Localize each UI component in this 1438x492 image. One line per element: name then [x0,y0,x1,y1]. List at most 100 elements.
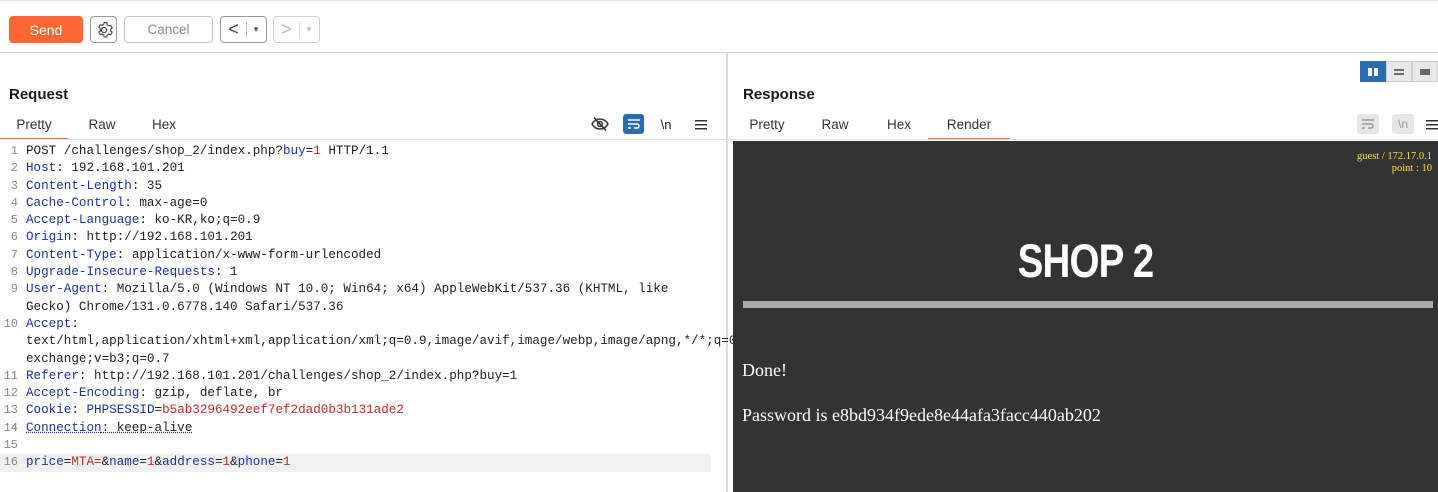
tabs-border [0,139,726,140]
toolbar: Send Cancel < ▾ > ▾ [0,0,1438,53]
done-message: Done! [742,360,787,380]
code-line[interactable]: 8 Upgrade-Insecure-Requests: 1 [0,264,726,281]
cancel-button[interactable]: Cancel [124,16,213,43]
code-line[interactable]: 13 Cookie: PHPSESSID=b5ab3296492eef7ef2da… [0,402,726,419]
code-token: phone [237,455,276,470]
line-number: 12 [3,386,18,401]
chevron-down-icon[interactable]: ▾ [300,24,318,35]
chevron-right-icon: > [281,19,292,39]
tab-render[interactable]: Render [928,114,1010,140]
word-wrap-button[interactable] [1357,114,1379,134]
code-token: 1 [222,455,231,470]
line-content: POST /challenges/shop_2/index.php?buy=1 … [22,143,712,160]
tab-raw[interactable]: Raw [800,114,870,140]
code-token: : keep-alive [101,420,193,435]
code-token: Referer [26,368,79,383]
code-token: Connection [26,420,102,435]
code-token: PHPSESSID [86,403,155,418]
code-token: Accept-Encoding [26,386,140,401]
code-token: = [275,455,284,470]
tab-pretty[interactable]: Pretty [734,114,800,140]
code-token: : gzip, deflate, br [139,386,283,401]
line-content: Origin: http://192.168.101.201 [22,229,712,246]
hide-non-printable-button[interactable] [590,115,610,133]
code-token: address [162,455,215,470]
code-token: 1 [146,455,155,470]
word-wrap-button[interactable] [623,114,644,134]
code-token: Host [26,161,57,176]
response-menu-button[interactable] [1426,115,1438,133]
code-line[interactable]: 16 price=MTA=&name=1&address=1&phone=1 [0,454,711,472]
settings-button[interactable] [90,16,117,43]
word-wrap-icon [627,119,640,129]
code-line[interactable]: 6 Origin: http://192.168.101.201 [0,229,726,246]
code-line[interactable]: 3 Content-Length: 35 [0,178,726,195]
code-token: : 35 [131,178,163,193]
code-line[interactable]: 10 Accept: text/html,application/xhtml+xm… [0,316,903,368]
code-line[interactable]: 12 Accept-Encoding: gzip, deflate, br [0,385,726,402]
shop-heading: SHOP 2 [1017,234,1155,287]
code-token: = [139,455,147,470]
layout-columns-icon [1368,67,1378,76]
line-number: 9 [10,282,18,297]
line-content: Accept-Language: ko-KR,ko;q=0.9 [22,212,712,229]
line-content: Accept: text/html,application/xhtml+xml,… [22,316,903,368]
layout-columns-button[interactable] [1360,61,1386,82]
code-line[interactable]: 15 [0,437,726,454]
line-number: 4 [10,195,18,210]
request-editor[interactable]: 1 POST /challenges/shop_2/index.php?buy=1… [0,143,903,492]
code-line[interactable]: 14 Connection: keep-alive [0,420,726,437]
code-token: : http://192.168.101.201/challenges/shop… [78,368,518,383]
code-line[interactable]: 2 Host: 192.168.101.201 [0,160,726,177]
code-token: & [154,455,163,470]
render-view: guest / 172.17.0.1 point : 10 SHOP 2 Don… [733,141,1438,492]
code-line[interactable]: 11 Referer: http://192.168.101.201/challe… [0,368,726,385]
back-button[interactable]: < ▾ [220,16,267,43]
forward-button[interactable]: > ▾ [273,16,320,43]
line-number: 5 [10,213,18,228]
line-content: Cache-Control: max-age=0 [22,195,712,212]
layout-tabs-icon [1420,68,1430,75]
code-line[interactable]: 5 Accept-Language: ko-KR,ko;q=0.9 [0,212,726,229]
tab-pretty[interactable]: Pretty [0,114,68,140]
hamburger-menu-icon [695,119,707,129]
user-points: point : 10 [1391,163,1432,174]
line-content: User-Agent: Mozilla/5.0 (Windows NT 10.0… [22,281,712,316]
code-token: name [109,455,140,470]
code-token: : Mozilla/5.0 (Windows NT 10.0; Win64; x… [26,282,676,314]
line-number: 13 [3,403,18,418]
code-token: Content-Type [26,247,117,262]
newline-toggle-button[interactable]: \n [656,115,676,133]
code-line[interactable]: 7 Content-Type: application/x-www-form-ur… [0,247,726,264]
code-token: : application/x-www-form-urlencoded [116,247,382,262]
pane-divider[interactable] [726,53,728,492]
layout-rows-button[interactable] [1386,61,1412,82]
newline-toggle-button[interactable]: \n [1392,114,1414,134]
layout-tabs-button[interactable] [1412,61,1438,82]
chevron-down-icon[interactable]: ▾ [247,24,265,35]
line-content: Host: 192.168.101.201 [22,160,712,177]
response-tabs: Pretty Raw Hex Render [734,114,1010,140]
tab-hex[interactable]: Hex [870,114,928,140]
request-menu-button[interactable] [692,115,710,133]
request-title: Request [9,86,69,103]
line-number: 2 [10,161,18,176]
line-number: 6 [10,230,18,245]
line-number: 14 [3,420,18,435]
code-line[interactable]: 4 Cache-Control: max-age=0 [0,195,726,212]
line-number: 8 [10,265,18,280]
code-token: price [26,455,64,470]
tab-hex[interactable]: Hex [136,114,192,140]
code-line[interactable]: 1 POST /challenges/shop_2/index.php?buy=1… [0,143,726,160]
code-token: HTTP/1.1 [320,144,389,158]
code-token: = [154,403,163,418]
line-number: 15 [3,438,18,453]
line-content: Referer: http://192.168.101.201/challeng… [22,368,712,385]
code-token: : max-age=0 [124,195,208,210]
send-button[interactable]: Send [9,16,83,43]
code-token: 1 [313,144,321,158]
tab-raw[interactable]: Raw [68,114,136,140]
code-line[interactable]: 9 User-Agent: Mozilla/5.0 (Windows NT 10.… [0,281,726,316]
user-info: guest / 172.17.0.1 point : 10 [1357,151,1432,175]
code-token: : ko-KR,ko;q=0.9 [139,213,261,228]
